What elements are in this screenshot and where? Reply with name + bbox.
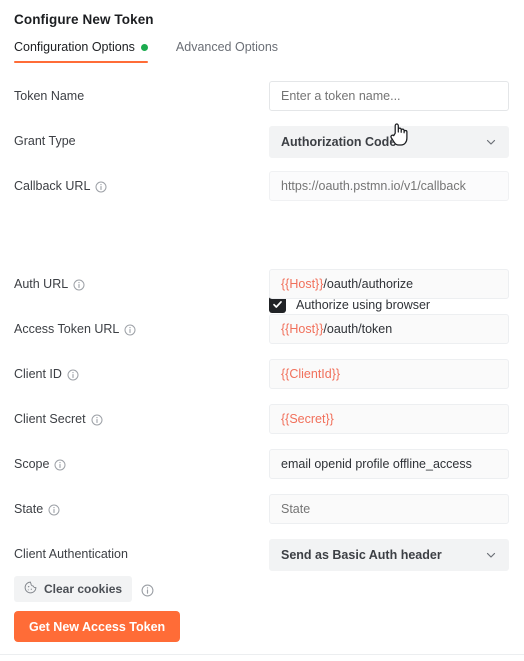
label-client-secret: Client Secret	[14, 412, 103, 426]
label-client-authentication: Client Authentication	[14, 547, 128, 561]
row-auth-url: Auth URL {{Host}}/oauth/authorize	[0, 266, 524, 311]
cookie-icon	[24, 581, 37, 597]
callback-url-input	[269, 171, 509, 201]
info-icon[interactable]	[54, 459, 66, 471]
label-text: State	[14, 502, 44, 516]
control-scope: email openid profile offline_access	[269, 449, 509, 479]
label-auth-url: Auth URL	[14, 277, 85, 291]
get-new-access-token-button[interactable]: Get New Access Token	[14, 611, 181, 642]
row-access-token-url: Access Token URL {{Host}}/oauth/token	[0, 311, 524, 356]
grant-type-select[interactable]: Authorization Code	[269, 126, 509, 158]
row-scope: Scope email openid profile offline_acces…	[0, 446, 524, 491]
clear-cookies-label: Clear cookies	[44, 582, 123, 596]
row-client-secret: Client Secret {{Secret}}	[0, 401, 524, 446]
control-client-secret: {{Secret}}	[269, 404, 509, 434]
row-token-name: Token Name	[0, 78, 524, 123]
client-id-input[interactable]: {{ClientId}}	[269, 359, 509, 389]
label-text: Client Authentication	[14, 547, 128, 561]
auth-url-path: /oauth/authorize	[323, 277, 414, 291]
access-token-url-path: /oauth/token	[323, 322, 393, 336]
page-title: Configure New Token	[14, 12, 154, 27]
label-state: State	[14, 502, 60, 516]
chevron-down-icon	[485, 136, 497, 148]
active-tab-underline	[14, 61, 148, 63]
info-icon[interactable]	[95, 181, 107, 193]
tab-advanced-options[interactable]: Advanced Options	[176, 40, 278, 63]
label-text: Token Name	[14, 89, 85, 103]
control-auth-url: {{Host}}/oauth/authorize	[269, 269, 509, 299]
state-input[interactable]	[269, 494, 509, 524]
grant-type-value: Authorization Code	[281, 135, 397, 149]
checkbox-spacer	[0, 213, 524, 266]
clear-cookies-row: Clear cookies	[14, 576, 154, 602]
label-text: Access Token URL	[14, 322, 120, 336]
label-text: Callback URL	[14, 179, 91, 193]
token-name-input[interactable]	[269, 81, 509, 111]
control-token-name	[269, 81, 509, 111]
auth-url-variable: {{Host}}	[281, 277, 324, 291]
control-state	[269, 494, 509, 524]
row-client-authentication: Client Authentication Send as Basic Auth…	[0, 536, 524, 581]
label-scope: Scope	[14, 457, 66, 471]
row-callback-url: Callback URL	[0, 168, 524, 213]
info-icon[interactable]	[67, 369, 79, 381]
tab-label: Advanced Options	[175, 40, 279, 54]
scope-input[interactable]: email openid profile offline_access	[269, 449, 509, 479]
client-id-variable: {{ClientId}}	[281, 367, 341, 381]
info-icon[interactable]	[48, 504, 60, 516]
tab-bar: Configuration Options Advanced Options	[14, 40, 278, 63]
tab-label: Configuration Options	[14, 40, 135, 54]
row-grant-type: Grant Type Authorization Code	[0, 123, 524, 168]
row-client-id: Client ID {{ClientId}}	[0, 356, 524, 401]
control-grant-type: Authorization Code	[269, 126, 509, 158]
label-access-token-url: Access Token URL	[14, 322, 136, 336]
info-icon[interactable]	[73, 279, 85, 291]
control-client-id: {{ClientId}}	[269, 359, 509, 389]
row-state: State	[0, 491, 524, 536]
token-configuration-form: Token Name Grant Type Authorization Code…	[0, 78, 524, 581]
client-authentication-value: Send as Basic Auth header	[281, 548, 442, 562]
label-text: Client Secret	[14, 412, 86, 426]
control-client-authentication: Send as Basic Auth header	[269, 539, 509, 571]
info-icon[interactable]	[91, 414, 103, 426]
control-callback-url	[269, 171, 509, 201]
client-authentication-select[interactable]: Send as Basic Auth header	[269, 539, 509, 571]
tab-configuration-options[interactable]: Configuration Options	[14, 40, 148, 63]
label-callback-url: Callback URL	[14, 179, 107, 193]
label-client-id: Client ID	[14, 367, 79, 381]
chevron-down-icon	[485, 549, 497, 561]
client-secret-input[interactable]: {{Secret}}	[269, 404, 509, 434]
label-grant-type: Grant Type	[14, 134, 76, 148]
control-access-token-url: {{Host}}/oauth/token	[269, 314, 509, 344]
label-text: Grant Type	[14, 134, 76, 148]
auth-url-input[interactable]: {{Host}}/oauth/authorize	[269, 269, 509, 299]
label-token-name: Token Name	[14, 89, 84, 103]
label-text: Scope	[14, 457, 50, 471]
configured-status-dot	[140, 43, 148, 51]
clear-cookies-button[interactable]: Clear cookies	[14, 576, 133, 602]
client-secret-variable: {{Secret}}	[281, 412, 334, 426]
label-text: Client ID	[14, 367, 62, 381]
access-token-url-input[interactable]: {{Host}}/oauth/token	[269, 314, 509, 344]
info-icon[interactable]	[141, 584, 154, 596]
info-icon[interactable]	[124, 324, 136, 336]
footer-divider	[0, 654, 524, 655]
label-text: Auth URL	[14, 277, 69, 291]
access-token-url-variable: {{Host}}	[281, 322, 324, 336]
